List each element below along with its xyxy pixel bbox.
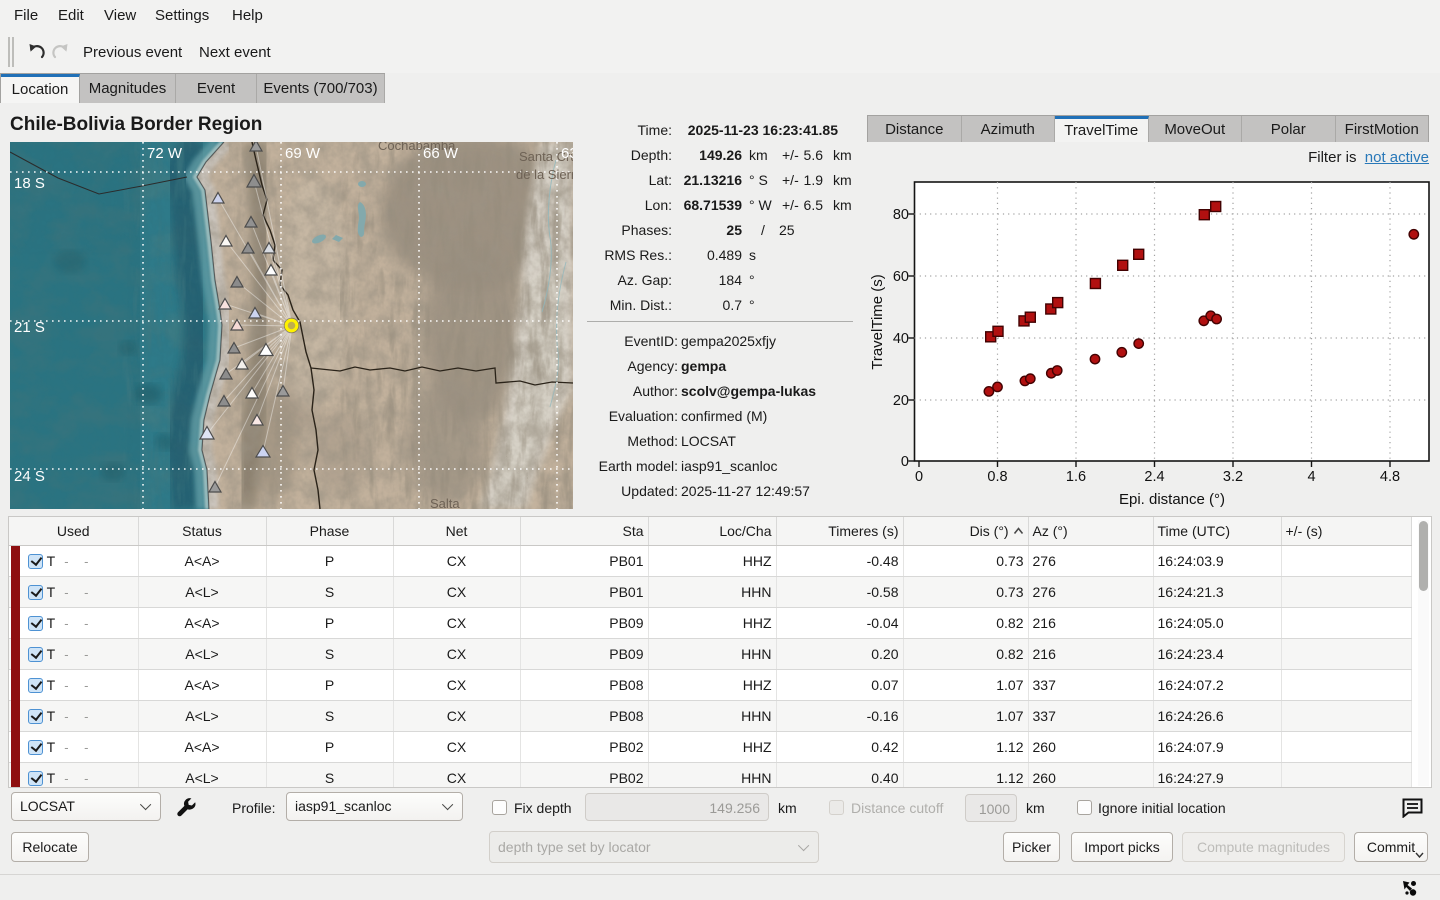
svg-text:4.8: 4.8 [1380,469,1400,485]
svg-text:20: 20 [893,393,909,409]
svg-text:4: 4 [1307,469,1315,485]
svg-text:80: 80 [893,207,909,223]
svg-text:TravelTime (s): TravelTime (s) [869,274,886,370]
svg-text:0: 0 [901,454,909,470]
svg-text:2.4: 2.4 [1144,469,1164,485]
svg-text:0.8: 0.8 [987,469,1007,485]
svg-text:40: 40 [893,331,909,347]
svg-text:0: 0 [915,469,923,485]
svg-text:60: 60 [893,269,909,285]
svg-text:3.2: 3.2 [1223,469,1243,485]
svg-text:1.6: 1.6 [1066,469,1086,485]
svg-text:Epi. distance (°): Epi. distance (°) [1119,491,1225,508]
